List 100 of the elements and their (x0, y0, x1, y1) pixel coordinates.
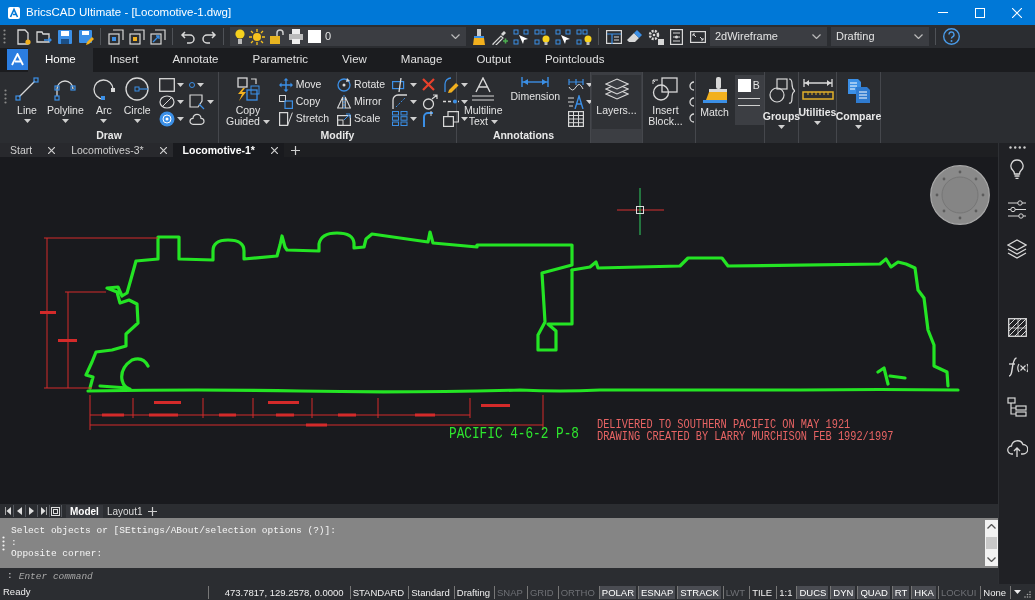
close-icon[interactable] (270, 146, 278, 154)
status-toggle[interactable]: RT (891, 585, 910, 599)
status-field[interactable]: Standard (408, 585, 452, 599)
status-toggle[interactable]: HKA (911, 585, 936, 599)
ribbon-button[interactable]: Rotate (334, 76, 388, 93)
layout-tab[interactable]: Model (66, 504, 103, 518)
circle-arrow-button[interactable] (422, 93, 438, 110)
status-field[interactable]: TILE (749, 585, 775, 599)
text-style-icon (568, 94, 585, 109)
chevron-up-icon[interactable] (987, 524, 996, 529)
ribbon-tab[interactable]: Annotate (155, 48, 236, 72)
function-icon[interactable] (1006, 357, 1028, 377)
dimension-chain-button[interactable] (568, 76, 594, 93)
mirror-icon (337, 94, 352, 109)
plus-icon[interactable] (291, 145, 301, 155)
linetype-line-icon (737, 98, 760, 99)
ribbon-button[interactable]: Insert Block... (644, 75, 687, 129)
status-field[interactable]: Drafting (453, 585, 493, 599)
ribbon-tab[interactable]: Home (28, 48, 93, 72)
ribbon-button[interactable]: Copy (275, 93, 333, 110)
ribbon-tab[interactable]: Parametric (235, 48, 326, 72)
layers-icon[interactable] (1007, 239, 1027, 259)
status-toggle[interactable]: ESNAP (638, 585, 676, 599)
visual-style-dropdown[interactable]: 2dWireframe (710, 27, 827, 46)
ribbon-button[interactable]: Arc (87, 75, 120, 129)
layout-tab[interactable]: Layout1 (102, 504, 147, 518)
panel-title: Annotations (491, 129, 556, 143)
dimension-chain-icon (568, 77, 585, 92)
status-field[interactable]: None (980, 585, 1008, 599)
status-toggle[interactable]: STRACK (677, 585, 721, 599)
lightbulb-icon[interactable] (1010, 159, 1024, 179)
padlock-icon (269, 29, 284, 44)
ribbon-tab[interactable]: Output (459, 48, 528, 72)
document-tab[interactable]: Locomotives-3* (61, 143, 173, 157)
fillet-button[interactable] (392, 93, 417, 110)
close-icon[interactable] (159, 146, 167, 154)
caret-icon[interactable] (1014, 590, 1021, 594)
ribbon-tab[interactable]: Pointclouds (527, 48, 622, 72)
text-style-button[interactable] (568, 93, 594, 110)
ribbon-button[interactable]: Polyline (43, 75, 88, 129)
status-toggle[interactable]: QUAD (857, 585, 890, 599)
more-icon[interactable] (1008, 146, 1026, 149)
status-field[interactable]: 1:1 (776, 585, 795, 599)
arrow-left-icon[interactable] (17, 507, 22, 515)
sliders-icon[interactable] (1007, 199, 1027, 219)
lightbulb-icon (235, 29, 245, 44)
status-toggle[interactable]: DUCS (796, 585, 829, 599)
ribbon-button[interactable]: Multiline Text (460, 75, 507, 129)
delete-icon (422, 78, 435, 91)
fillet-icon (392, 93, 408, 110)
ruler-icon (801, 78, 834, 100)
ribbon-button[interactable]: Move (275, 76, 333, 93)
navigation-wheel[interactable] (930, 165, 990, 225)
ribbon-button[interactable]: Mirror (334, 93, 388, 110)
tree-structure-icon[interactable] (1007, 397, 1027, 417)
close-icon[interactable] (48, 146, 56, 154)
sun-icon (249, 28, 265, 45)
delete-button[interactable] (422, 76, 438, 93)
ribbon-button[interactable]: Dimension (506, 75, 565, 129)
command-input[interactable]: Enter command (12, 569, 998, 583)
ribbon-tab[interactable]: Manage (383, 48, 460, 72)
arrow-right-icon[interactable] (29, 507, 34, 515)
region-button[interactable] (188, 93, 214, 110)
ribbon-button[interactable]: Line (11, 75, 43, 129)
layer-dropdown[interactable]: 0 (230, 27, 466, 46)
maximize-icon[interactable] (974, 7, 985, 18)
edit-curve-button[interactable] (443, 76, 468, 93)
color-dropdown[interactable]: B (737, 79, 760, 92)
array-button[interactable] (392, 110, 417, 127)
status-menu-button[interactable] (1010, 585, 1024, 599)
group-icon (768, 78, 795, 104)
stacked-squares-icon (443, 110, 459, 127)
ribbon-button[interactable]: Match (696, 75, 733, 129)
document-tab[interactable]: Start (0, 143, 62, 157)
chevron-down-icon[interactable] (987, 557, 996, 562)
cloud-upload-icon[interactable] (1006, 437, 1028, 457)
donut-button[interactable] (158, 110, 184, 127)
workspace-dropdown[interactable]: Drafting (831, 27, 929, 46)
trim-button[interactable] (392, 76, 417, 93)
ribbon-button[interactable]: Copy Guided (222, 75, 274, 129)
ribbon-button[interactable]: Scale (334, 110, 388, 127)
ribbon-button[interactable]: Circle (119, 75, 155, 129)
ribbon-tab[interactable]: View (325, 48, 384, 72)
application-menu-button[interactable] (7, 49, 28, 70)
scrollbar[interactable] (985, 520, 998, 566)
status-toggle[interactable]: POLAR (598, 585, 636, 599)
status-toggle[interactable]: DYN (830, 585, 856, 599)
minimize-icon[interactable] (937, 12, 948, 13)
resize-grip-icon[interactable] (1024, 591, 1031, 598)
ribbon-button[interactable]: Stretch (275, 110, 333, 127)
ribbon-button[interactable]: Layers... (592, 75, 641, 129)
ellipse-button[interactable] (158, 93, 184, 110)
scroll-forward-button[interactable] (26, 505, 38, 517)
scrollbar-thumb[interactable] (986, 537, 997, 549)
document-tab[interactable]: Locomotive-1* (172, 143, 284, 157)
rectangle-icon (158, 77, 175, 92)
rectangle-button[interactable] (158, 76, 184, 93)
hatch-grid-icon[interactable] (1007, 317, 1027, 337)
ribbon-tab[interactable]: Insert (92, 48, 156, 72)
status-field[interactable]: STANDARD (349, 585, 407, 599)
